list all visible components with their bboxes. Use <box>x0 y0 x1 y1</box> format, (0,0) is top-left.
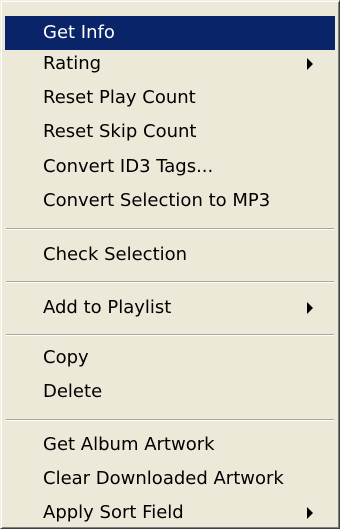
menu-item-apply-sort-field[interactable]: Apply Sort Field <box>5 496 335 530</box>
menu-separator <box>6 419 334 421</box>
menu-item-get-info[interactable]: Get Info <box>5 16 335 50</box>
menu-item-label: Convert ID3 Tags... <box>43 156 214 177</box>
menu-item-label: Check Selection <box>43 244 188 265</box>
menu-item-convert-id3-tags[interactable]: Convert ID3 Tags... <box>5 150 335 184</box>
menu-item-label: Add to Playlist <box>43 297 172 318</box>
menu-item-get-album-artwork[interactable]: Get Album Artwork <box>5 428 335 462</box>
menu-item-convert-selection-to-mp3[interactable]: Convert Selection to MP3 <box>5 184 335 218</box>
submenu-arrow-icon <box>307 302 313 314</box>
submenu-arrow-icon <box>307 58 313 70</box>
menu-item-label: Apply Sort Field <box>43 502 184 523</box>
context-menu: Get Info Rating Reset Play Count Reset S… <box>0 0 340 529</box>
menu-item-reset-play-count[interactable]: Reset Play Count <box>5 81 335 115</box>
menu-separator <box>6 334 334 336</box>
menu-item-label: Get Album Artwork <box>43 434 215 455</box>
menu-item-label: Reset Play Count <box>43 87 196 108</box>
menu-item-label: Copy <box>43 347 89 368</box>
menu-item-reset-skip-count[interactable]: Reset Skip Count <box>5 115 335 149</box>
menu-item-copy[interactable]: Copy <box>5 341 335 375</box>
menu-item-label: Rating <box>43 53 102 74</box>
menu-item-label: Clear Downloaded Artwork <box>43 468 284 489</box>
menu-separator <box>6 281 334 283</box>
menu-item-check-selection[interactable]: Check Selection <box>5 238 335 272</box>
menu-item-label: Reset Skip Count <box>43 121 197 142</box>
menu-item-add-to-playlist[interactable]: Add to Playlist <box>5 291 335 325</box>
menu-item-clear-downloaded-artwork[interactable]: Clear Downloaded Artwork <box>5 462 335 496</box>
menu-item-label: Convert Selection to MP3 <box>43 190 271 211</box>
menu-separator <box>6 228 334 230</box>
menu-item-rating[interactable]: Rating <box>5 47 335 81</box>
menu-item-delete[interactable]: Delete <box>5 375 335 409</box>
menu-item-label: Delete <box>43 381 103 402</box>
submenu-arrow-icon <box>307 507 313 519</box>
menu-item-label: Get Info <box>43 22 115 43</box>
